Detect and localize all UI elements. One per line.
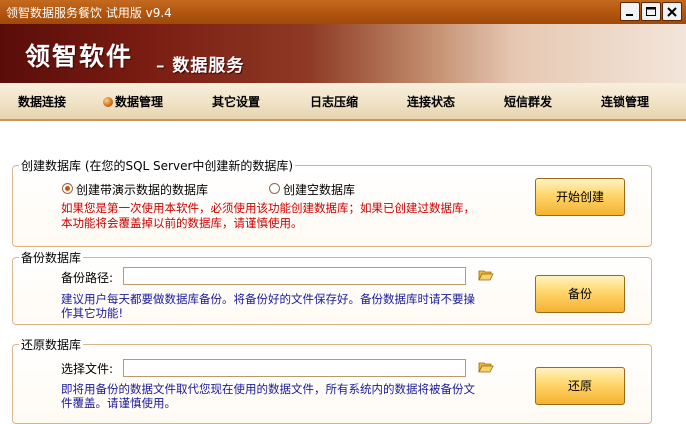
create-database-group: 创建数据库 (在您的SQL Server中创建新的数据库) 创建带演示数据的数据…: [12, 157, 652, 247]
backup-group-title: 备份数据库: [19, 249, 84, 266]
radio-empty-db[interactable]: [269, 183, 280, 194]
maximize-button[interactable]: [641, 2, 661, 21]
radio-demo-label[interactable]: 创建带演示数据的数据库: [76, 181, 208, 198]
create-warning-line2: 本功能将会覆盖掉以前的数据库，请谨慎使用。: [61, 216, 303, 230]
create-group-title: 创建数据库 (在您的SQL Server中创建新的数据库): [19, 157, 296, 174]
nav-item-label: 数据管理: [115, 95, 164, 109]
nav-item-sms[interactable]: 短信群发: [504, 93, 552, 110]
backup-database-group: 备份数据库 备份路径: 建议用户每天都要做数据库备份。将备份好的文件保存好。备份…: [12, 249, 652, 325]
window-title: 领智数据服务餐饮 试用版 v9.4: [6, 6, 172, 20]
maximize-icon: [646, 7, 656, 16]
backup-button[interactable]: 备份: [535, 275, 625, 313]
title-bar: 领智数据服务餐饮 试用版 v9.4: [0, 0, 686, 24]
create-warning-line1: 如果您是第一次使用本软件，必须使用该功能创建数据库；如果已创建过数据库，: [61, 201, 475, 215]
nav-item-data-manage[interactable]: 数据管理: [103, 93, 163, 110]
start-create-button[interactable]: 开始创建: [535, 178, 625, 216]
main-panel: 创建数据库 (在您的SQL Server中创建新的数据库) 创建带演示数据的数据…: [0, 121, 686, 424]
restore-group-title: 还原数据库: [19, 336, 84, 353]
active-indicator-icon: [103, 97, 113, 107]
banner-subtitle: – 数据服务: [156, 56, 245, 76]
backup-note-line1: 建议用户每天都要做数据库备份。将备份好的文件保存好。备份数据库时请不要操: [61, 292, 475, 306]
nav-item-data-connect[interactable]: 数据连接: [18, 93, 66, 110]
backup-note-line2: 作其它功能!: [61, 306, 124, 320]
restore-note-line1: 即将用备份的数据文件取代您现在使用的数据文件，所有系统内的数据将被备份文: [61, 382, 475, 396]
radio-empty-label[interactable]: 创建空数据库: [283, 181, 355, 198]
close-button[interactable]: [662, 2, 682, 21]
nav-item-connection-status[interactable]: 连接状态: [407, 93, 455, 110]
restore-note-line2: 件覆盖。请谨慎使用。: [61, 396, 176, 410]
restore-file-input[interactable]: [123, 359, 466, 377]
restore-button[interactable]: 还原: [535, 367, 625, 405]
folder-open-icon[interactable]: [478, 361, 494, 373]
nav-item-chain[interactable]: 连锁管理: [601, 93, 649, 110]
folder-open-icon[interactable]: [478, 269, 494, 281]
backup-path-input[interactable]: [123, 267, 466, 285]
backup-path-label: 备份路径:: [61, 271, 114, 285]
nav-item-other-settings[interactable]: 其它设置: [212, 93, 260, 110]
nav-item-log-compress[interactable]: 日志压缩: [310, 93, 358, 110]
main-nav: 数据连接 数据管理 其它设置 日志压缩 连接状态 短信群发 连锁管理: [0, 83, 686, 121]
banner: 领智软件 – 数据服务: [0, 24, 686, 83]
brand-logo: 领智软件: [25, 42, 134, 71]
minimize-button[interactable]: [620, 2, 640, 21]
minimize-icon: [626, 14, 633, 16]
restore-database-group: 还原数据库 选择文件: 即将用备份的数据文件取代您现在使用的数据文件，所有系统内…: [12, 336, 652, 424]
restore-file-label: 选择文件:: [61, 362, 114, 376]
close-icon: [667, 7, 677, 17]
radio-demo-db[interactable]: [62, 183, 73, 194]
